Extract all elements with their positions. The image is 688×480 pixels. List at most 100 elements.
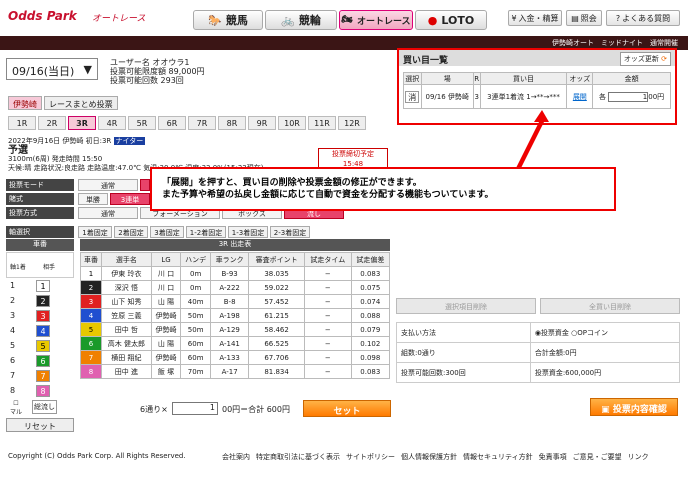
axis-checkbox[interactable]: 2 [36, 295, 50, 307]
set-button[interactable]: セット [303, 400, 391, 417]
user-info: ユーザー名 オオウラ1 投票可能限度額 89,000円 投票可能回数 293回 [110, 58, 205, 85]
axis-opt-2[interactable]: 2着固定 [114, 226, 148, 238]
expand-link[interactable]: 展開 [573, 93, 587, 101]
total-text: 00円＝合計 600円 [222, 405, 290, 414]
axis-checkbox[interactable]: 8 [36, 385, 50, 397]
odds-update-button[interactable]: オッズ更新 ⟳ [619, 52, 671, 66]
table-cell: 高木 健太郎 [101, 336, 152, 351]
delete-all-button[interactable]: 全買い目削除 [540, 298, 680, 314]
method-normal[interactable]: 通常 [78, 207, 138, 219]
race-tab-11[interactable]: 11R [308, 116, 336, 130]
type-trifecta[interactable]: 3連単 [110, 193, 150, 205]
footer-link[interactable]: サイトポリシー [346, 452, 395, 462]
amount-input[interactable]: 1 [172, 402, 218, 415]
footer-links: 会社案内 特定商取引法に基づく表示 サイトポリシー 個人情報保護方針 情報セキュリティ方… [222, 452, 649, 462]
all-flow-button[interactable]: 総流し [32, 400, 57, 414]
axis-checkbox[interactable]: 4 [36, 325, 50, 337]
delete-selected-button[interactable]: 選択項目削除 [396, 298, 536, 314]
race-tab-2[interactable]: 2R [38, 116, 66, 130]
footer-link[interactable]: 特定商取引法に基づく表示 [256, 452, 340, 462]
delete-button[interactable]: 消 [405, 90, 420, 103]
table-cell: 1 [80, 266, 102, 281]
race-tab-1[interactable]: 1R [8, 116, 36, 130]
yen-icon: ¥ [511, 13, 517, 23]
footer-link[interactable]: ご意見・ご要望 [573, 452, 622, 462]
axis-opt-6[interactable]: 2-3着固定 [270, 226, 310, 238]
inquiry-button[interactable]: ▤ 照会 [566, 10, 602, 26]
faq-button[interactable]: ? よくある質問 [606, 10, 680, 26]
footer-link[interactable]: 会社案内 [222, 452, 250, 462]
axis-checkbox[interactable]: 3 [36, 310, 50, 322]
table-cell: 伊勢崎 [150, 322, 182, 337]
table-cell: 山 陽 [150, 336, 182, 351]
nav-keirin[interactable]: 🚲 競輪 [265, 10, 337, 30]
footer-link[interactable]: 個人情報保護方針 [401, 452, 457, 462]
axis-opt-5[interactable]: 1-3着固定 [228, 226, 268, 238]
table-cell: 38.035 [248, 266, 305, 281]
tab-isesaki[interactable]: 伊勢崎 [8, 96, 42, 110]
confirm-button[interactable]: ▣ 投票内容確認 [590, 398, 678, 416]
race-tab-3[interactable]: 3R [68, 116, 96, 130]
footer-link[interactable]: 情報セキュリティ方針 [463, 452, 533, 462]
table-row: 8 田中 進飯 塚 70m A-17 81.834−0.083 [80, 364, 391, 379]
race-tab-5[interactable]: 5R [128, 116, 156, 130]
mode-option[interactable] [140, 179, 150, 191]
date-select[interactable]: 09/16(当日) ▼ [6, 58, 98, 80]
axis-checkbox[interactable]: 1 [36, 280, 50, 292]
race-tab-7[interactable]: 7R [188, 116, 216, 130]
table-cell: 67.706 [248, 350, 305, 365]
tab-summary[interactable]: レースまとめ投票 [44, 96, 118, 110]
axis-opt-3[interactable]: 3着固定 [150, 226, 184, 238]
nav-autorace[interactable]: 🏍 オートレース [339, 10, 413, 30]
document-icon: ▤ [571, 13, 579, 23]
bet-list-table: 選択場 R 買い目 オッズ 金額 消 09/16 伊勢崎 3 3連単1着流 1→**→*… [403, 72, 671, 109]
left-row: 44 [6, 324, 74, 338]
table-cell: 0.079 [350, 322, 391, 337]
race-tab-10[interactable]: 10R [278, 116, 306, 130]
table-cell: A-129 [209, 322, 250, 337]
table-cell: 40m [180, 294, 211, 309]
table-cell: − [303, 266, 352, 281]
footer-link[interactable]: 免責事項 [539, 452, 567, 462]
table-cell: 0.102 [350, 336, 391, 351]
axis-opt-4[interactable]: 1-2着固定 [186, 226, 226, 238]
table-row: 4 笠原 三義 伊勢崎 50m A-198 61.215−0.088 [80, 308, 391, 323]
table-row: 2 深沢 悟川 口 0m A-222 59.022−0.075 [80, 280, 391, 295]
nav-loto[interactable]: ● LOTO [415, 10, 487, 30]
race-tab-12[interactable]: 12R [338, 116, 366, 130]
axis-checkbox[interactable]: 6 [36, 355, 50, 367]
race-tab-4[interactable]: 4R [98, 116, 126, 130]
axis-checkbox[interactable]: 5 [36, 340, 50, 352]
col-header: ハンデ [180, 252, 211, 267]
axis-opt-1[interactable]: 1着固定 [78, 226, 112, 238]
table-cell: − [303, 336, 352, 351]
deposit-button[interactable]: ¥ 入金・精算 [508, 10, 562, 26]
bet-amount-input[interactable]: 1 [608, 91, 649, 102]
race-tab-6[interactable]: 6R [158, 116, 186, 130]
table-cell: 3 [80, 294, 102, 309]
axis-label: 軸選択 [6, 226, 74, 238]
footer-link[interactable]: リンク [628, 452, 649, 462]
nav-keiba[interactable]: 🐎 競馬 [193, 10, 263, 30]
race-tab-8[interactable]: 8R [218, 116, 246, 130]
table-cell: 川 口 [150, 266, 182, 281]
table-cell: 7 [80, 350, 102, 365]
table-cell: − [303, 280, 352, 295]
logo[interactable]: Odds Park [8, 9, 77, 23]
table-cell: − [303, 322, 352, 337]
type-tansho[interactable]: 単勝 [78, 193, 108, 205]
bet-combo: 3連単1着流 1→**→*** [479, 84, 568, 109]
axis-checkbox[interactable]: 7 [36, 370, 50, 382]
callout-arrow [515, 110, 549, 170]
reset-button[interactable]: リセット [6, 418, 74, 432]
table-cell: A-141 [209, 336, 250, 351]
method-label: 投票方式 [6, 207, 74, 219]
car-number: 1 [10, 281, 16, 290]
table-row: 1 伊東 玲衣川 口 0m B-93 38.035−0.083 [80, 266, 391, 281]
mode-normal[interactable]: 通常 [78, 179, 138, 191]
table-cell: 深沢 悟 [101, 280, 152, 295]
race-tab-9[interactable]: 9R [248, 116, 276, 130]
table-cell: 田中 哲 [101, 322, 152, 337]
car-number: 7 [10, 371, 16, 380]
table-cell: 横田 翔紀 [101, 350, 152, 365]
